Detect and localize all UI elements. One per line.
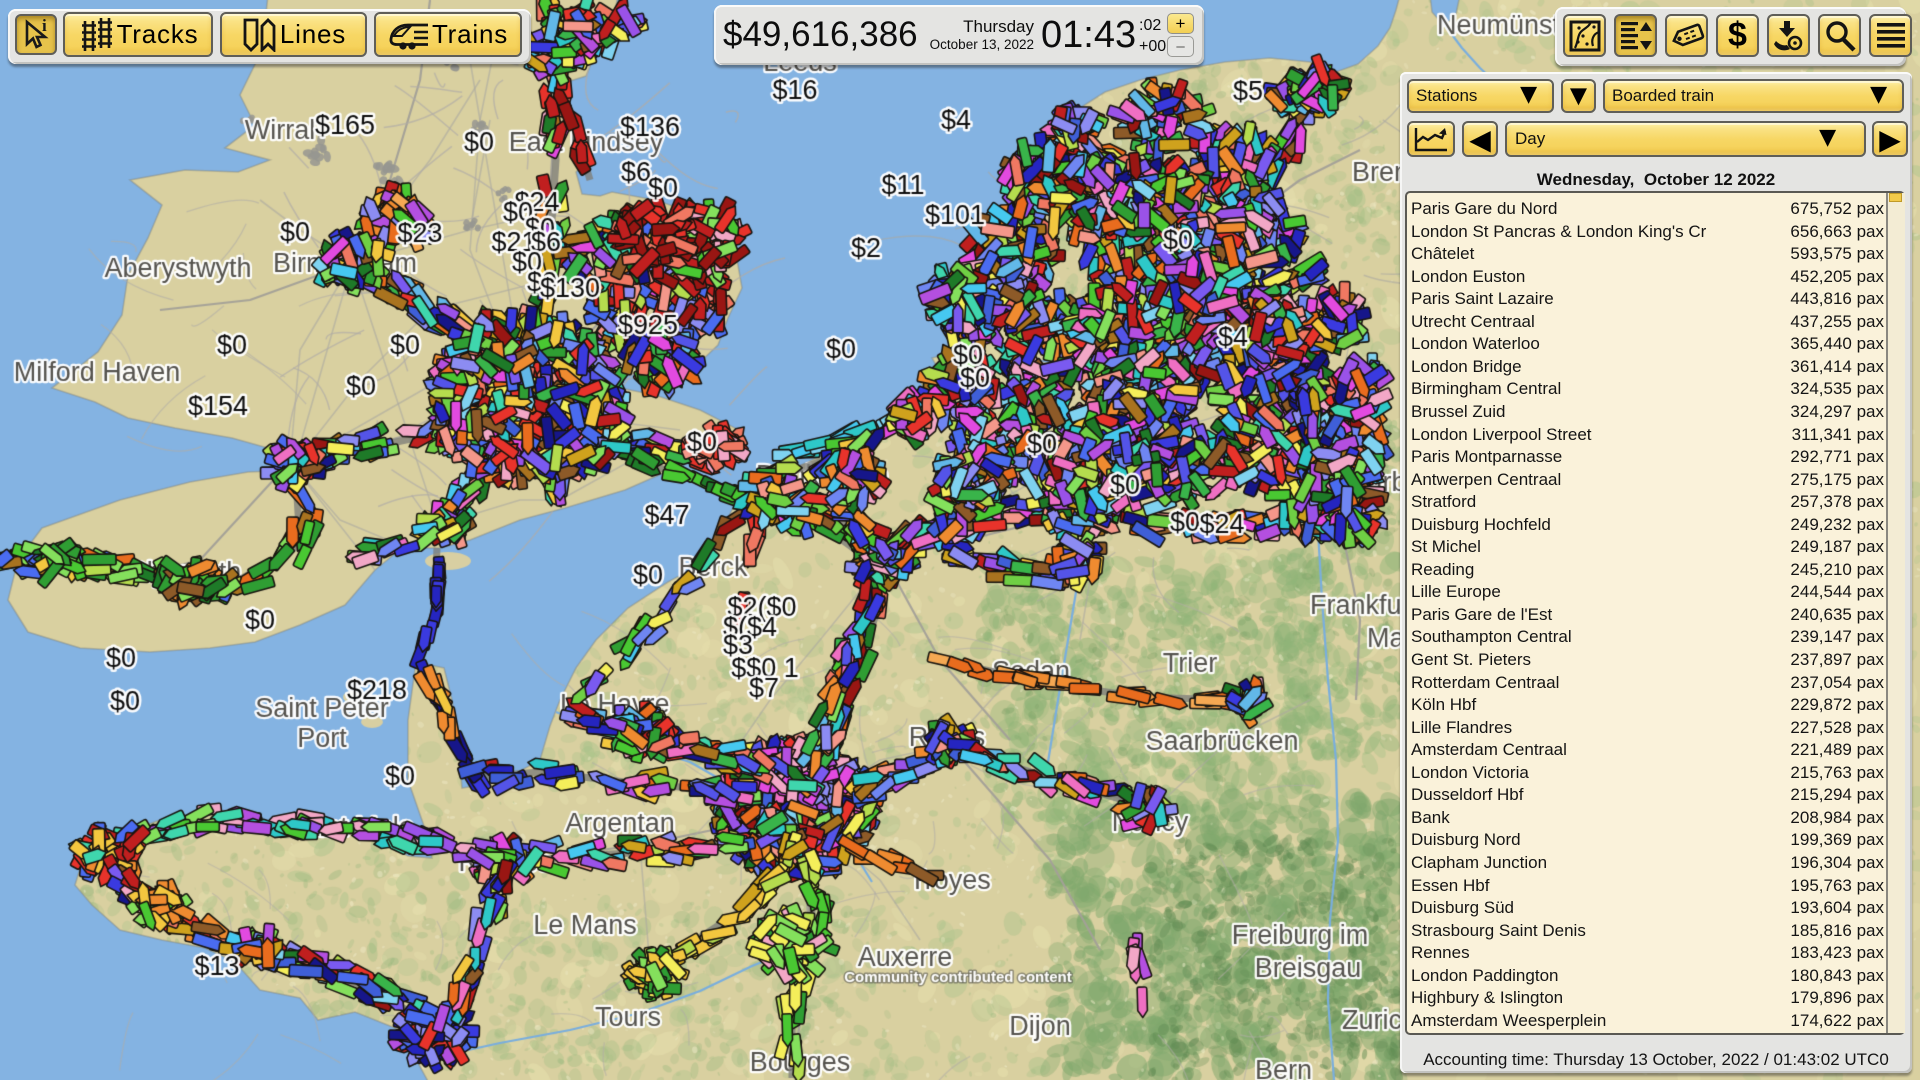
svg-text:i: i — [42, 18, 47, 35]
